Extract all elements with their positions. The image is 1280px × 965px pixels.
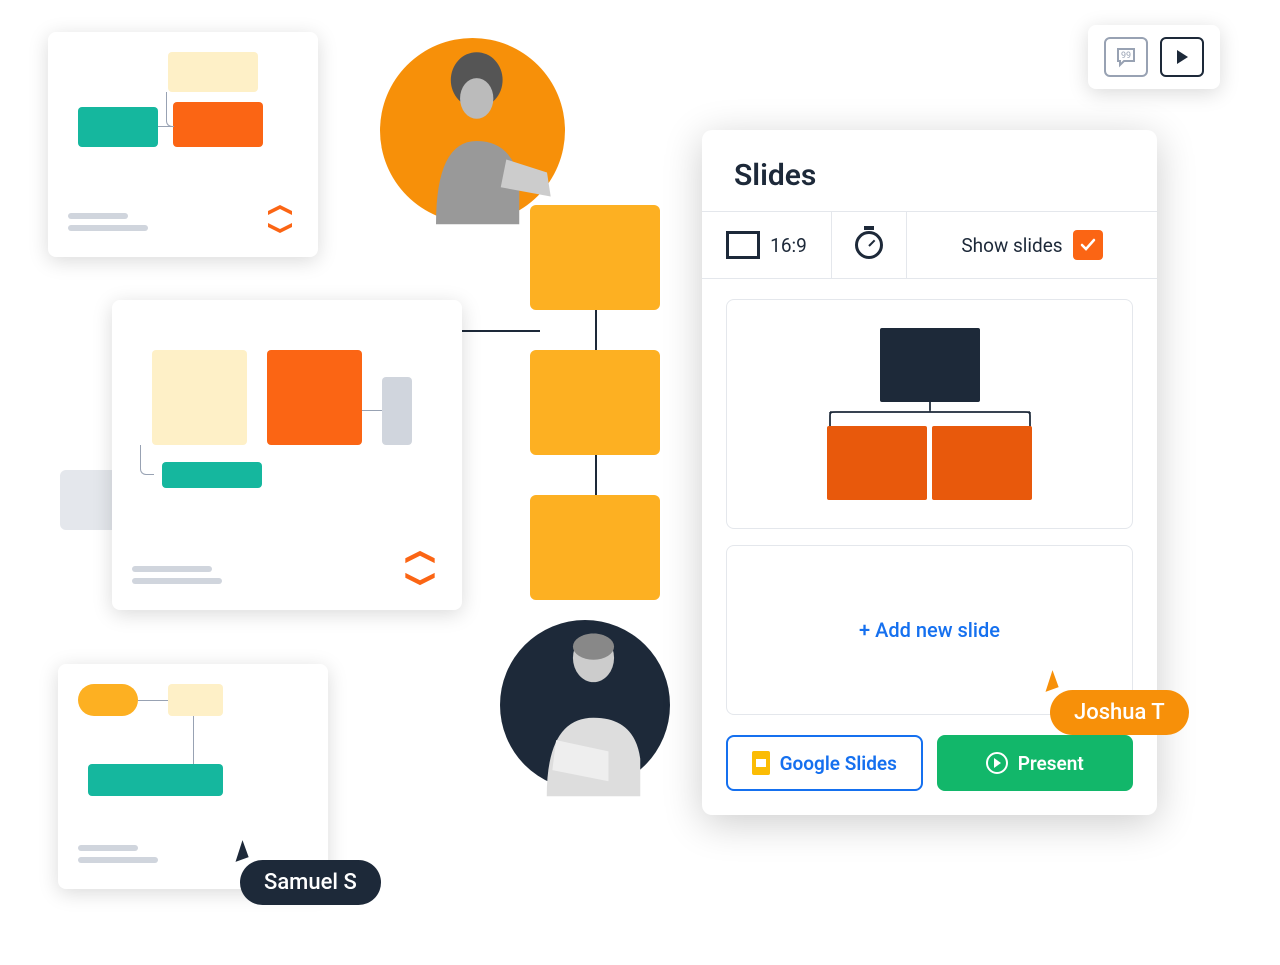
floating-toolbar: 99 xyxy=(1088,25,1220,89)
bg-node-3 xyxy=(530,495,660,600)
google-slides-button[interactable]: Google Slides xyxy=(726,735,923,791)
aspect-ratio-control[interactable]: 16:9 xyxy=(702,212,832,278)
shape-cream xyxy=(168,684,223,716)
bg-node-2 xyxy=(530,350,660,455)
svg-text:99: 99 xyxy=(1121,51,1131,61)
google-slides-icon xyxy=(752,751,770,775)
timer-icon xyxy=(855,231,883,259)
shape-cream xyxy=(168,52,258,92)
show-slides-label: Show slides xyxy=(961,234,1062,257)
shape-orange xyxy=(173,102,263,147)
bg-connector xyxy=(595,455,597,495)
card-meta xyxy=(78,845,158,869)
connector xyxy=(362,410,382,411)
connector xyxy=(140,445,154,475)
shape-orange xyxy=(267,350,362,445)
add-slide-link[interactable]: + Add new slide xyxy=(859,618,1000,642)
app-logo-icon xyxy=(398,546,442,590)
shape-teal xyxy=(78,107,158,147)
google-slides-label: Google Slides xyxy=(780,752,897,775)
show-slides-control[interactable]: Show slides xyxy=(907,212,1157,278)
show-slides-checkbox[interactable] xyxy=(1073,230,1103,260)
card-meta xyxy=(132,566,222,590)
user-cursor-samuel: Samuel S xyxy=(240,860,381,905)
hierarchy-child-left xyxy=(827,426,927,500)
shape-teal xyxy=(162,462,262,488)
play-circle-icon xyxy=(986,752,1008,774)
thumbnail-card-1[interactable] xyxy=(48,32,318,257)
connector xyxy=(138,700,168,701)
shape-cream xyxy=(152,350,247,445)
thumbnail-card-3[interactable] xyxy=(58,664,328,889)
aspect-ratio-value: 16:9 xyxy=(770,234,807,257)
card-meta xyxy=(68,213,148,237)
aspect-ratio-icon xyxy=(726,231,760,259)
user-cursor-joshua: Joshua T xyxy=(1050,690,1189,735)
shape-gray xyxy=(382,377,412,445)
comment-button[interactable]: 99 xyxy=(1104,37,1148,77)
shape-teal xyxy=(88,764,223,796)
app-logo-icon xyxy=(262,201,298,237)
present-button[interactable]: Present xyxy=(937,735,1134,791)
timer-control[interactable] xyxy=(832,212,907,278)
cursor-label: Samuel S xyxy=(240,860,381,905)
slide-preview[interactable] xyxy=(726,299,1133,529)
thumbnail-card-2[interactable] xyxy=(112,300,462,610)
bg-connector xyxy=(595,310,597,350)
panel-title: Slides xyxy=(702,130,1157,211)
play-button[interactable] xyxy=(1160,37,1204,77)
connector xyxy=(193,716,194,764)
user-avatar-1 xyxy=(380,38,565,223)
connector xyxy=(166,92,174,127)
shape-orange-pill xyxy=(78,684,138,716)
present-label: Present xyxy=(1018,752,1084,775)
hierarchy-child-right xyxy=(932,426,1032,500)
hierarchy-root xyxy=(880,328,980,402)
user-avatar-2 xyxy=(500,620,670,790)
cursor-label: Joshua T xyxy=(1050,690,1189,735)
